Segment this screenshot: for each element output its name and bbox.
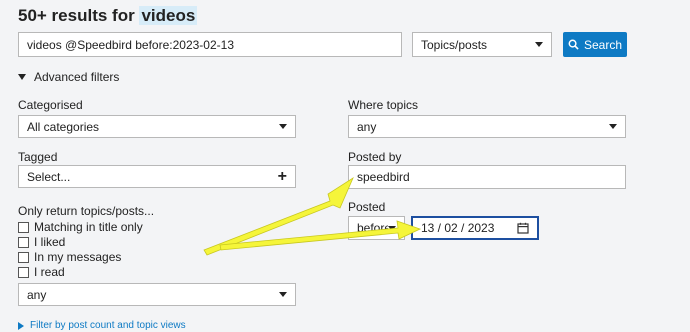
posted-qualifier-select[interactable]: before [348,216,405,240]
chevron-down-icon [279,124,287,129]
search-type-value: Topics/posts [421,37,488,52]
option-i-read[interactable]: I read [18,265,65,279]
option-in-my-messages[interactable]: In my messages [18,250,121,264]
where-topics-select[interactable]: any [348,115,626,138]
only-return-value: any [27,287,47,302]
option-label: In my messages [34,250,122,264]
tag-value: Select... [27,169,71,184]
categorised-label: Categorised [18,98,83,112]
search-term-highlight: videos [139,6,198,25]
calendar-icon[interactable] [517,222,529,234]
chevron-down-icon [609,124,617,129]
search-query-value: videos @Speedbird before:2023-02-13 [27,37,234,52]
posted-by-input[interactable]: speedbird [348,165,626,189]
where-topics-value: any [357,119,377,134]
posted-by-label: Posted by [348,150,402,164]
only-return-select[interactable]: any [18,283,296,306]
where-topics-label: Where topics [348,98,419,112]
posted-label: Posted [348,200,386,214]
plus-icon: + [277,167,287,185]
post-count-filter-label: Filter by post count and topic views [30,320,186,331]
search-query-input[interactable]: videos @Speedbird before:2023-02-13 [18,32,402,57]
option-matching-title[interactable]: Matching in title only [18,220,143,234]
checkbox[interactable] [18,221,29,233]
results-count-text: 50+ results for [18,6,135,25]
advanced-filters-label: Advanced filters [34,70,120,84]
option-i-liked[interactable]: I liked [18,235,65,249]
checkbox[interactable] [18,236,29,248]
posted-date-input[interactable]: 13 / 02 / 2023 [411,216,539,240]
posted-qualifier-value: before [357,221,388,235]
search-icon [568,39,579,50]
annotation-arrow-to-posted-by [203,176,354,256]
tagged-label: Tagged [18,150,58,164]
caret-down-icon [18,74,26,80]
category-select[interactable]: All categories [18,115,296,138]
search-type-select[interactable]: Topics/posts [412,32,552,57]
checkbox[interactable] [18,251,29,263]
advanced-filters-toggle[interactable]: Advanced filters [18,70,119,84]
post-count-filter-link[interactable]: Filter by post count and topic views [18,320,186,331]
tag-select[interactable]: Select... + [18,165,296,188]
option-label: I read [34,265,65,279]
posted-by-value: speedbird [357,170,410,184]
results-title: 50+ results for videos [18,6,198,26]
option-label: Matching in title only [34,220,143,234]
caret-right-icon [18,321,24,330]
posted-date-value: 13 / 02 / 2023 [421,221,495,235]
search-button-label: Search [583,37,623,52]
checkbox[interactable] [18,266,29,278]
search-button[interactable]: Search [563,32,627,57]
option-label: I liked [34,235,66,249]
chevron-down-icon [388,225,396,231]
category-value: All categories [27,119,100,134]
chevron-down-icon [535,42,543,47]
chevron-down-icon [279,292,287,297]
only-return-label: Only return topics/posts... [18,204,155,218]
